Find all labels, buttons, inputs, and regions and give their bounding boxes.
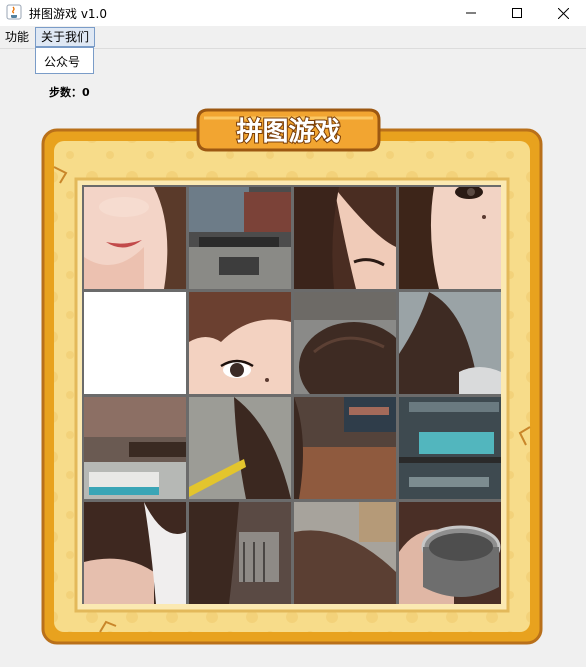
tile-image-hand-holding-cup (399, 502, 501, 604)
puzzle-tile[interactable] (189, 397, 291, 499)
step-counter-value: 0 (82, 86, 90, 99)
step-counter: 步数：0 (49, 84, 90, 100)
java-icon (6, 4, 22, 20)
puzzle-tile[interactable] (84, 397, 186, 499)
menu-bar: 功能 关于我们 (0, 26, 586, 49)
tile-image-hair-top (294, 292, 396, 394)
tile-image-cafe-table (84, 397, 186, 499)
close-button[interactable] (540, 0, 586, 26)
maximize-icon (512, 8, 522, 18)
close-icon (557, 7, 569, 19)
puzzle-tile[interactable] (189, 292, 291, 394)
tile-image-hair-bottom (294, 502, 396, 604)
tile-image-hair-and-shoulder (399, 292, 501, 394)
minimize-icon (466, 12, 476, 14)
maximize-button[interactable] (494, 0, 540, 26)
dropdown-item-official-account[interactable]: 公众号 (44, 53, 80, 70)
puzzle-tile[interactable] (294, 292, 396, 394)
puzzle-tile[interactable] (399, 292, 501, 394)
menu-function[interactable]: 功能 (0, 28, 34, 46)
tile-image-smiling-lips (84, 187, 186, 289)
tile-image-cafe-shelves (399, 397, 501, 499)
puzzle-tile[interactable] (84, 187, 186, 289)
puzzle-tile[interactable] (399, 397, 501, 499)
puzzle-tile[interactable] (294, 502, 396, 604)
tile-image-eye-and-cheek (399, 187, 501, 289)
tile-image-wooden-table (294, 397, 396, 499)
puzzle-tile[interactable] (294, 187, 396, 289)
puzzle-tile[interactable] (189, 502, 291, 604)
tile-image-cafe-background (189, 187, 291, 289)
tile-image-hair-and-eye (294, 187, 396, 289)
puzzle-grid (82, 185, 501, 604)
tile-image-eye-close-up (189, 292, 291, 394)
title-bar: 拼图游戏 v1.0 (0, 0, 586, 26)
tile-image-hair-strands (189, 502, 291, 604)
step-counter-label: 步数： (49, 86, 82, 99)
tile-image-shoulder (84, 502, 186, 604)
tile-image-hair-and-yellow-stripe (189, 397, 291, 499)
puzzle-tile[interactable] (84, 502, 186, 604)
puzzle-tile[interactable] (294, 397, 396, 499)
window-title: 拼图游戏 v1.0 (29, 7, 108, 21)
menu-about-us[interactable]: 关于我们 (35, 27, 96, 47)
minimize-button[interactable] (448, 0, 494, 26)
about-dropdown-menu: 公众号 (35, 47, 94, 74)
game-title-banner: 拼图游戏 (196, 108, 381, 152)
puzzle-empty-tile[interactable] (84, 292, 186, 394)
puzzle-tile[interactable] (399, 187, 501, 289)
puzzle-tile[interactable] (189, 187, 291, 289)
puzzle-tile[interactable] (399, 502, 501, 604)
banner-text: 拼图游戏 (236, 117, 340, 147)
